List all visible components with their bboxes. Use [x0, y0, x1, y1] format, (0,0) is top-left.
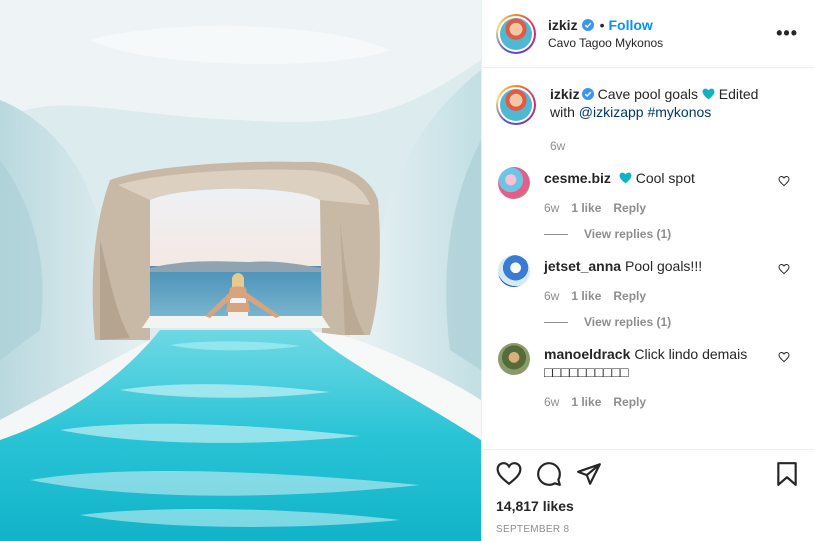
- comment-item: manoeldrack Click lindo demais □□□□□□□□□□…: [498, 343, 798, 409]
- caption-text: Cave pool goals: [597, 86, 698, 102]
- reply-button[interactable]: Reply: [613, 201, 646, 215]
- comment-likes[interactable]: 1 like: [571, 395, 601, 409]
- view-replies[interactable]: View replies (1): [544, 227, 774, 241]
- caption: izkiz Cave pool goals Edited with @izkiza…: [496, 85, 798, 153]
- heart-icon[interactable]: [496, 461, 522, 487]
- comment-likes[interactable]: 1 like: [571, 289, 601, 303]
- reply-button[interactable]: Reply: [613, 289, 646, 303]
- comment-time[interactable]: 6w: [544, 289, 559, 303]
- share-icon[interactable]: [576, 461, 602, 487]
- likes-count[interactable]: 14,817 likes: [496, 498, 800, 514]
- comment-username[interactable]: cesme.biz: [544, 170, 611, 186]
- comment-icon[interactable]: [536, 461, 562, 487]
- comment-time[interactable]: 6w: [544, 201, 559, 215]
- replies-divider: [544, 233, 568, 235]
- cave-pool-photo: [0, 0, 481, 541]
- author-username[interactable]: izkiz: [548, 17, 578, 33]
- comment-username[interactable]: manoeldrack: [544, 346, 630, 362]
- author-avatar[interactable]: [496, 13, 536, 54]
- comment-avatar[interactable]: [498, 167, 530, 199]
- comment-avatar[interactable]: [498, 255, 530, 287]
- comment-likes[interactable]: 1 like: [571, 201, 601, 215]
- like-comment-heart-icon[interactable]: [778, 351, 790, 363]
- comment-time[interactable]: 6w: [544, 395, 559, 409]
- post-date[interactable]: SEPTEMBER 8: [496, 524, 800, 535]
- teal-heart-icon: [619, 172, 632, 184]
- view-replies[interactable]: View replies (1): [544, 315, 774, 329]
- comment-avatar[interactable]: [498, 343, 530, 375]
- post-actions: 14,817 likes SEPTEMBER 8: [482, 449, 814, 535]
- post-location[interactable]: Cavo Tagoo Mykonos: [548, 36, 663, 50]
- view-replies-label[interactable]: View replies (1): [584, 227, 671, 241]
- teal-heart-icon: [702, 88, 715, 100]
- comment-text: Cool spot: [635, 170, 695, 186]
- more-options-icon[interactable]: •••: [776, 23, 798, 44]
- comment-username[interactable]: jetset_anna: [544, 258, 621, 274]
- post-panel: izkiz • Follow Cavo Tagoo Mykonos ••• iz…: [481, 0, 814, 541]
- comment-text: Click lindo demais: [634, 346, 748, 362]
- reply-button[interactable]: Reply: [613, 395, 646, 409]
- like-comment-heart-icon[interactable]: [778, 263, 790, 275]
- post-image[interactable]: [0, 0, 481, 541]
- comment-item: cesme.biz Cool spot 6w 1 like Reply View…: [498, 167, 798, 241]
- comment-text: Pool goals!!!: [625, 258, 703, 274]
- view-replies-label[interactable]: View replies (1): [584, 315, 671, 329]
- author-info: izkiz • Follow Cavo Tagoo Mykonos: [548, 17, 663, 50]
- action-icons: [496, 460, 800, 488]
- caption-hashtag[interactable]: #mykonos: [647, 104, 711, 120]
- replies-divider: [544, 321, 568, 323]
- verified-icon: [581, 88, 594, 100]
- caption-time[interactable]: 6w: [550, 139, 565, 153]
- comments-list: izkiz Cave pool goals Edited with @izkiza…: [482, 69, 814, 448]
- like-comment-heart-icon[interactable]: [778, 175, 790, 187]
- comment-item: jetset_anna Pool goals!!! 6w 1 like Reply…: [498, 255, 798, 329]
- bookmark-icon[interactable]: [774, 461, 800, 487]
- post-header: izkiz • Follow Cavo Tagoo Mykonos •••: [482, 0, 814, 68]
- comment-text-emoji: □□□□□□□□□□: [544, 364, 629, 380]
- caption-mention[interactable]: @izkizapp: [579, 104, 644, 120]
- follow-button[interactable]: Follow: [608, 17, 652, 33]
- separator-dot: •: [599, 17, 605, 33]
- caption-avatar[interactable]: [496, 85, 536, 125]
- caption-username[interactable]: izkiz: [550, 86, 580, 102]
- verified-icon: [581, 19, 594, 31]
